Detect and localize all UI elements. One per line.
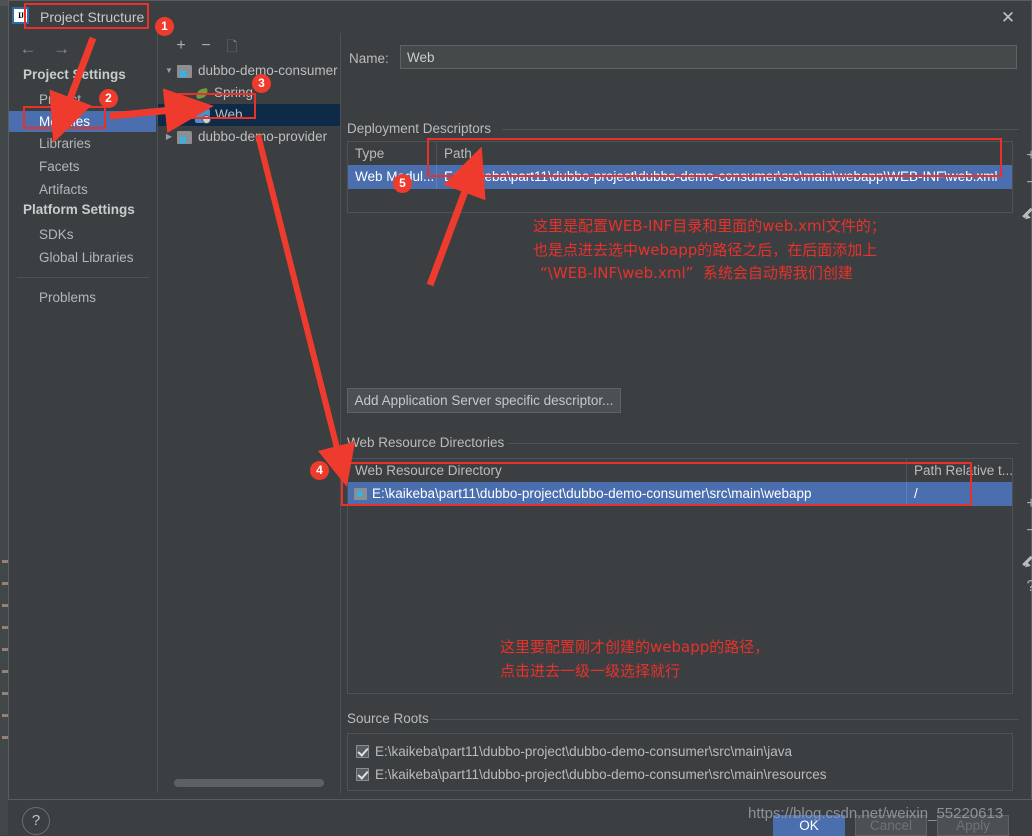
group-title: Deployment Descriptors — [347, 121, 499, 136]
minus-icon[interactable]: − — [196, 36, 216, 56]
column-header-web-resource-directory[interactable]: Web Resource Directory — [348, 459, 906, 482]
badge-2: 2 — [99, 89, 118, 108]
chevron-down-icon[interactable]: ▼ — [164, 60, 174, 82]
sidebar-item-label: Modules — [39, 114, 91, 129]
badge-1: 1 — [155, 17, 174, 36]
minus-icon[interactable]: − — [1017, 518, 1032, 544]
sidebar-item-label: Global Libraries — [39, 250, 134, 265]
sidebar-item-label: Problems — [39, 290, 97, 305]
name-label: Name: — [349, 51, 389, 66]
tree-node-label: dubbo-demo-provider — [198, 129, 328, 144]
folder-module-icon — [177, 65, 192, 78]
deployment-descriptors-actions: + − — [1017, 143, 1032, 233]
badge-4: 4 — [310, 461, 329, 480]
sidebar-item-sdks[interactable]: SDKs — [9, 224, 156, 245]
spring-leaf-icon — [195, 87, 210, 100]
copy-icon[interactable]: 🗋 — [222, 36, 242, 56]
sidebar-section-project-settings: Project Settings — [23, 67, 126, 82]
folder-module-icon — [177, 131, 192, 144]
tree-node-web[interactable]: Web — [158, 104, 340, 126]
sidebar-section-platform-settings: Platform Settings — [23, 202, 135, 217]
tree-node-label: Web — [215, 107, 243, 122]
cell-path: E:\kaikeba\part11\dubbo-project\dubbo-de… — [436, 165, 1012, 189]
add-app-server-descriptor-button[interactable]: Add Application Server specific descript… — [347, 388, 621, 413]
sidebar-item-label: Project — [39, 92, 82, 107]
pencil-icon[interactable] — [1017, 547, 1032, 573]
group-title: Source Roots — [347, 711, 436, 726]
arrow-left-icon[interactable]: ← — [13, 39, 43, 59]
sidebar-item-project[interactable]: Project — [9, 89, 156, 110]
badge-3: 3 — [252, 74, 271, 93]
cell-path-relative: / — [906, 482, 1012, 506]
table-row[interactable]: E:\kaikeba\part11\dubbo-project\dubbo-de… — [348, 482, 1012, 506]
sidebar-divider — [17, 277, 149, 278]
tree-node-label: Spring — [214, 85, 254, 100]
plus-icon[interactable]: + — [171, 36, 191, 56]
column-header-path-relative[interactable]: Path Relative t... — [906, 459, 1012, 482]
annotation-note-webres-line2: 点击进去一级一级选择就行 — [500, 662, 681, 680]
web-resource-directories-group-header: Web Resource Directories — [347, 435, 1019, 451]
source-root-item[interactable]: E:\kaikeba\part11\dubbo-project\dubbo-de… — [356, 742, 792, 762]
sidebar-item-label: Facets — [39, 159, 80, 174]
help-icon[interactable]: ? — [1017, 574, 1032, 600]
source-root-label: E:\kaikeba\part11\dubbo-project\dubbo-de… — [375, 744, 792, 759]
table-header-row: Web Resource Directory Path Relative t..… — [348, 459, 1012, 483]
name-input[interactable] — [400, 45, 1017, 69]
source-root-item[interactable]: E:\kaikeba\part11\dubbo-project\dubbo-de… — [356, 765, 826, 785]
column-header-type[interactable]: Type — [348, 142, 436, 165]
web-resource-directories-actions: + − ? — [1017, 491, 1032, 601]
source-roots-group-header: Source Roots — [347, 711, 1019, 727]
annotation-note-descriptor-line2: 也是点进去选中webapp的路径之后，在后面添加上 — [533, 241, 878, 259]
checkbox[interactable] — [356, 745, 369, 758]
modules-tree-toolbar: + − 🗋 — [158, 33, 340, 59]
close-icon[interactable]: ✕ — [995, 6, 1021, 30]
annotation-note-descriptor-line3: “\WEB-INF\web.xml” 系统会自动帮我们创建 — [540, 264, 853, 282]
deployment-descriptors-group-header: Deployment Descriptors — [347, 121, 1019, 137]
checkbox[interactable] — [356, 768, 369, 781]
modules-tree-panel: + − 🗋 ▼ dubbo-demo-consumer Spring Web ▶… — [158, 33, 341, 793]
watermark-url: https://blog.csdn.net/weixin_55220613 — [748, 805, 1004, 822]
deployment-descriptors-table[interactable]: Type Path Web Modul... E:\kaikeba\part11… — [347, 141, 1013, 213]
table-row[interactable]: Web Modul... E:\kaikeba\part11\dubbo-pro… — [348, 165, 1012, 189]
tree-horizontal-scrollbar[interactable] — [174, 779, 324, 787]
sidebar-item-label: Artifacts — [39, 182, 88, 197]
tree-node-spring[interactable]: Spring — [158, 82, 340, 104]
annotation-note-descriptor: 这里是配置WEB-INF目录和里面的web.xml文件的； — [533, 217, 886, 235]
sidebar-item-problems[interactable]: Problems — [9, 287, 156, 308]
sidebar-item-modules[interactable]: Modules — [9, 111, 156, 132]
module-facet-settings-pane: Name: Deployment Descriptors Type Path W… — [341, 33, 1032, 793]
source-root-label: E:\kaikeba\part11\dubbo-project\dubbo-de… — [375, 767, 827, 782]
sidebar-item-artifacts[interactable]: Artifacts — [9, 179, 156, 200]
badge-5: 5 — [393, 174, 412, 193]
source-roots-list: E:\kaikeba\part11\dubbo-project\dubbo-de… — [347, 733, 1013, 791]
pencil-icon[interactable] — [1017, 199, 1032, 225]
column-header-path[interactable]: Path — [436, 142, 1012, 165]
settings-sidebar: ← → Project Settings Project Modules Lib… — [9, 33, 158, 793]
dialog-title: Project Structure — [40, 9, 145, 25]
chevron-right-icon[interactable]: ▶ — [164, 126, 174, 148]
tree-node-dubbo-demo-consumer[interactable]: ▼ dubbo-demo-consumer — [158, 60, 340, 82]
arrow-right-icon[interactable]: → — [47, 39, 77, 59]
tree-node-dubbo-demo-provider[interactable]: ▶ dubbo-demo-provider — [158, 126, 340, 148]
sidebar-item-global-libraries[interactable]: Global Libraries — [9, 247, 156, 268]
web-facet-icon — [195, 109, 211, 124]
sidebar-item-label: Libraries — [39, 136, 91, 151]
plus-icon[interactable]: + — [1017, 143, 1032, 169]
intellij-idea-logo-icon: IJ — [12, 7, 29, 24]
sidebar-nav-arrows: ← → — [13, 39, 161, 63]
table-header-row: Type Path — [348, 142, 1012, 166]
cell-web-resource-directory: E:\kaikeba\part11\dubbo-project\dubbo-de… — [372, 486, 812, 501]
sidebar-item-libraries[interactable]: Libraries — [9, 133, 156, 154]
folder-icon — [354, 488, 367, 500]
web-resource-directories-table[interactable]: Web Resource Directory Path Relative t..… — [347, 458, 1013, 694]
annotation-note-webres: 这里要配置刚才创建的webapp的路径， — [500, 638, 770, 656]
plus-icon[interactable]: + — [1017, 491, 1032, 517]
sidebar-item-facets[interactable]: Facets — [9, 156, 156, 177]
cell-type: Web Modul... — [355, 169, 435, 184]
question-mark-icon[interactable]: ? — [22, 807, 50, 835]
sidebar-item-label: SDKs — [39, 227, 74, 242]
minus-icon[interactable]: − — [1017, 170, 1032, 196]
group-title: Web Resource Directories — [347, 435, 512, 450]
